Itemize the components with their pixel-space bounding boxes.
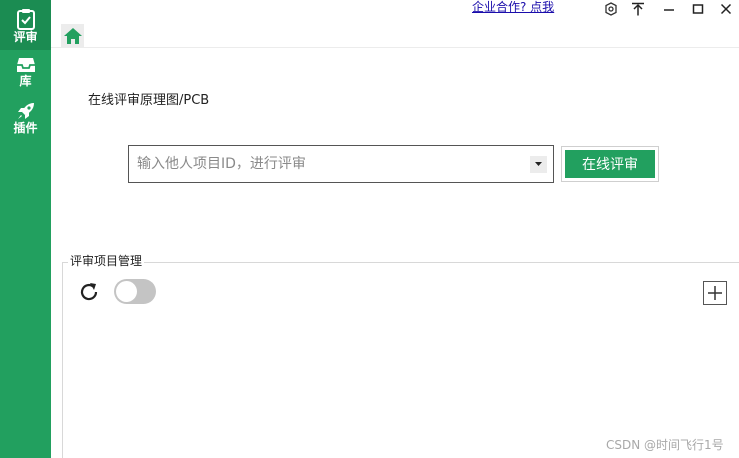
project-id-input[interactable] [129, 147, 530, 181]
dropdown-button[interactable] [530, 155, 547, 173]
maximize-icon [692, 4, 704, 14]
sidebar-item-plugins[interactable]: 插件 [0, 101, 51, 141]
home-icon [63, 27, 82, 44]
maximize-button[interactable] [690, 1, 706, 17]
minimize-button[interactable] [661, 1, 677, 17]
settings-button[interactable] [603, 1, 619, 17]
add-project-button[interactable] [703, 281, 727, 305]
plus-icon [708, 286, 722, 300]
sidebar-item-review[interactable]: 评审 [0, 0, 51, 50]
pin-top-button[interactable] [630, 1, 646, 17]
sidebar: 评审 库 插件 [0, 0, 51, 458]
sidebar-item-library[interactable]: 库 [0, 56, 51, 96]
close-icon [720, 3, 732, 15]
sidebar-item-label: 插件 [13, 121, 38, 135]
clipboard-check-icon [16, 9, 35, 30]
close-button[interactable] [718, 1, 734, 17]
sidebar-item-label: 库 [19, 74, 32, 88]
toggle-knob [116, 281, 137, 302]
page-title: 在线评审原理图/PCB [88, 93, 210, 108]
refresh-icon [80, 283, 98, 301]
panel-legend: 评审项目管理 [68, 254, 145, 268]
chevron-down-icon [535, 162, 542, 166]
home-button[interactable] [61, 24, 84, 47]
top-bar: 企业合作? 点我 [51, 0, 739, 48]
minimize-icon [664, 9, 674, 11]
cooperation-link[interactable]: 企业合作? 点我 [472, 0, 554, 15]
refresh-button[interactable] [77, 280, 101, 304]
rocket-icon [17, 103, 34, 119]
pin-top-icon [632, 2, 644, 16]
project-toggle-switch[interactable] [114, 279, 156, 304]
project-id-combobox[interactable] [128, 145, 554, 183]
watermark-text: CSDN @时间飞行1号 [606, 438, 724, 452]
sidebar-item-label: 评审 [13, 30, 38, 44]
online-review-button[interactable]: 在线评审 [565, 150, 655, 178]
settings-icon [605, 2, 617, 16]
inbox-icon [16, 58, 35, 72]
app-window: 评审 库 插件 企业合作? 点我 在线评审原理图/PCB 输入他人项目ID，进行… [0, 0, 739, 458]
review-button-frame: 在线评审 [561, 146, 659, 182]
project-management-panel [62, 262, 739, 458]
